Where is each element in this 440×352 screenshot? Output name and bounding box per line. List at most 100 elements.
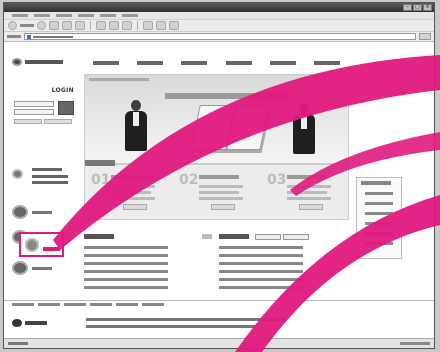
- support-fax: [32, 181, 68, 184]
- news-board: [219, 234, 347, 304]
- program-title: [199, 175, 239, 179]
- board-tab[interactable]: [283, 234, 309, 240]
- footer-link[interactable]: [64, 303, 86, 306]
- home-icon[interactable]: [75, 21, 85, 30]
- site-logo[interactable]: [12, 58, 63, 66]
- refresh-icon[interactable]: [62, 21, 72, 30]
- menu-item[interactable]: [122, 14, 138, 17]
- board-row[interactable]: [84, 252, 212, 258]
- edit-icon[interactable]: [169, 21, 179, 30]
- screenshot-scene: – □ × LOGIN 01 02 03: [0, 0, 440, 352]
- program-more-button[interactable]: [123, 204, 147, 210]
- nav-item[interactable]: [137, 61, 164, 65]
- minimize-button[interactable]: –: [403, 4, 412, 11]
- browser-toolbar: [4, 20, 434, 32]
- go-button[interactable]: [419, 33, 431, 40]
- more-button[interactable]: [202, 234, 212, 239]
- sidebar-item-highlighted[interactable]: [19, 232, 64, 257]
- menu-item[interactable]: [34, 14, 50, 17]
- row-title: [84, 277, 168, 281]
- nav-item[interactable]: [225, 61, 252, 65]
- board-row[interactable]: [219, 260, 347, 266]
- forward-icon[interactable]: [37, 21, 46, 30]
- row-title: [219, 261, 303, 265]
- quick-menu-item[interactable]: [365, 242, 393, 245]
- quick-menu-item[interactable]: [365, 202, 393, 205]
- board-row[interactable]: [219, 244, 347, 250]
- board-title: [219, 234, 249, 239]
- program-number: 03: [267, 172, 287, 188]
- board-row[interactable]: [219, 284, 347, 290]
- menu-item[interactable]: [56, 14, 72, 17]
- stop-icon[interactable]: [49, 21, 59, 30]
- program-section: 01 02 03: [84, 160, 349, 220]
- footer-copyright: [86, 325, 256, 328]
- address-input[interactable]: [24, 33, 416, 40]
- quick-menu-item[interactable]: [365, 212, 393, 215]
- close-button[interactable]: ×: [423, 4, 432, 11]
- footer-link[interactable]: [38, 303, 60, 306]
- status-text: [8, 342, 28, 345]
- quick-menu-item[interactable]: [365, 232, 393, 235]
- address-bar: [4, 32, 434, 42]
- program-more-button[interactable]: [299, 204, 323, 210]
- sidebar-item-label: [32, 210, 52, 214]
- back-icon[interactable]: [8, 21, 17, 30]
- notice-board: [84, 234, 212, 304]
- mail-icon[interactable]: [143, 21, 153, 30]
- user-id-field[interactable]: [14, 101, 54, 107]
- history-icon[interactable]: [122, 21, 132, 30]
- nav-item[interactable]: [181, 61, 208, 65]
- program-desc-line: [111, 197, 155, 200]
- nav-item[interactable]: [269, 61, 296, 65]
- board-row[interactable]: [84, 260, 212, 266]
- globe-icon: [12, 261, 28, 275]
- security-zone: [400, 342, 430, 345]
- program-card[interactable]: 02: [177, 173, 257, 215]
- main-banner[interactable]: [84, 74, 349, 164]
- program-card[interactable]: 01: [89, 173, 169, 215]
- board-row[interactable]: [84, 268, 212, 274]
- nav-item[interactable]: [313, 61, 340, 65]
- program-desc-line: [199, 191, 239, 194]
- footer-link[interactable]: [116, 303, 138, 306]
- print-icon[interactable]: [156, 21, 166, 30]
- quick-menu-item[interactable]: [365, 222, 393, 225]
- find-id-link[interactable]: [44, 119, 72, 124]
- quick-menu-item[interactable]: [365, 192, 393, 195]
- board-row[interactable]: [84, 284, 212, 290]
- board-row[interactable]: [84, 244, 212, 250]
- footer-link[interactable]: [90, 303, 112, 306]
- program-card[interactable]: 03: [265, 173, 345, 215]
- password-field[interactable]: [14, 109, 54, 115]
- row-title: [219, 245, 303, 249]
- menu-item[interactable]: [78, 14, 94, 17]
- footer-link[interactable]: [12, 303, 34, 306]
- board-tab[interactable]: [255, 234, 281, 240]
- maximize-button[interactable]: □: [413, 4, 422, 11]
- program-more-button[interactable]: [211, 204, 235, 210]
- sidebar-item-extra[interactable]: [12, 257, 74, 279]
- menu-item[interactable]: [12, 14, 28, 17]
- cafe-icon: [25, 238, 39, 252]
- phone-icon: [12, 169, 23, 179]
- board-tabs: [255, 234, 309, 240]
- program-desc-line: [287, 185, 331, 188]
- back-label: [20, 24, 34, 27]
- footer-link[interactable]: [142, 303, 164, 306]
- join-link[interactable]: [14, 119, 42, 124]
- search-icon[interactable]: [96, 21, 106, 30]
- nav-item[interactable]: [93, 61, 120, 65]
- quick-menu: [356, 177, 402, 259]
- board-row[interactable]: [219, 276, 347, 282]
- program-desc-line: [287, 191, 327, 194]
- board-row[interactable]: [219, 252, 347, 258]
- sidebar-item-consult[interactable]: [12, 201, 74, 223]
- favorites-icon[interactable]: [109, 21, 119, 30]
- board-row[interactable]: [219, 268, 347, 274]
- board-row[interactable]: [84, 276, 212, 282]
- footer-links: [12, 303, 164, 306]
- login-button[interactable]: [58, 101, 74, 115]
- menu-item[interactable]: [100, 14, 116, 17]
- logo-mark-icon: [12, 58, 22, 66]
